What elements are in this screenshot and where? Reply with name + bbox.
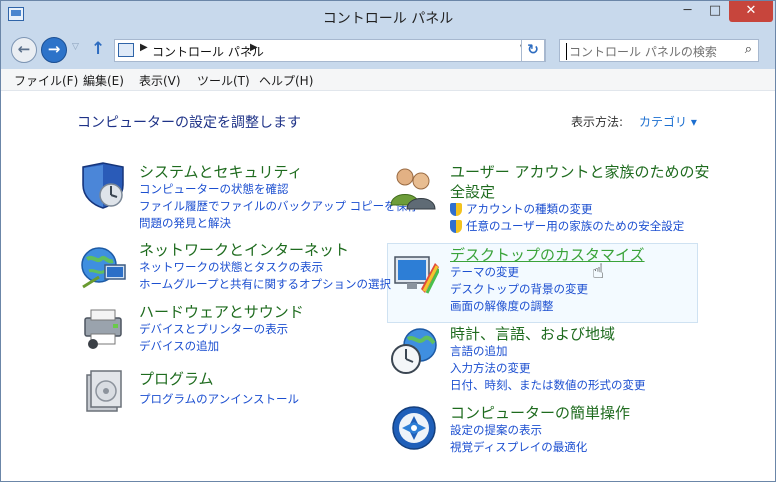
menu-help[interactable]: ヘルプ(H) xyxy=(259,72,313,89)
forward-button[interactable]: → xyxy=(41,37,67,63)
control-panel-icon xyxy=(118,43,134,57)
title-bar: コントロール パネル ─ □ ✕ xyxy=(1,1,775,31)
link-adjust-resolution[interactable]: 画面の解像度の調整 xyxy=(450,298,554,314)
menu-bar: ファイル(F) 編集(E) 表示(V) ツール(T) ヘルプ(H) xyxy=(1,69,775,91)
uac-shield-icon xyxy=(450,220,462,233)
menu-edit[interactable]: 編集(E) xyxy=(83,72,124,89)
menu-file[interactable]: ファイル(F) xyxy=(14,72,78,89)
link-add-device[interactable]: デバイスの追加 xyxy=(139,338,219,354)
desktop-customization-icon[interactable] xyxy=(391,249,439,297)
category-title[interactable]: 時計、言語、および地域 xyxy=(450,324,615,344)
window-title: コントロール パネル xyxy=(322,11,454,27)
link-change-date-format[interactable]: 日付、時刻、または数値の形式の変更 xyxy=(450,377,646,393)
view-by-dropdown[interactable]: カテゴリ ▾ xyxy=(639,113,697,130)
user-accounts-icon[interactable] xyxy=(389,163,437,211)
view-by-label: 表示方法: xyxy=(571,115,624,129)
minimize-button[interactable]: ─ xyxy=(674,1,701,22)
link-homegroup-sharing[interactable]: ホームグループと共有に関するオプションの選択 xyxy=(139,276,391,292)
category-title[interactable]: デスクトップのカスタマイズ xyxy=(450,245,645,265)
main-content: コンピューターの設定を調整します 表示方法: カテゴリ ▾ システムとセキュリテ… xyxy=(1,91,775,481)
breadcrumb-separator[interactable]: ▶ xyxy=(250,42,258,53)
breadcrumb-separator[interactable]: ▶ xyxy=(140,42,148,53)
breadcrumb-control-panel[interactable]: コントロール パネル xyxy=(152,43,264,60)
page-title: コンピューターの設定を調整します xyxy=(77,115,301,131)
link-troubleshoot[interactable]: 問題の発見と解決 xyxy=(139,215,231,231)
ease-of-access-icon[interactable] xyxy=(390,404,438,452)
maximize-button[interactable]: □ xyxy=(702,1,728,22)
hand-cursor-icon: ☝ xyxy=(592,259,605,283)
uac-shield-icon xyxy=(450,203,462,216)
link-suggested-settings[interactable]: 設定の提案の表示 xyxy=(450,422,542,438)
link-change-background[interactable]: デスクトップの背景の変更 xyxy=(450,281,588,297)
link-file-history-backup[interactable]: ファイル履歴でファイルのバックアップ コピーを保存 xyxy=(139,198,419,214)
hardware-sound-icon[interactable] xyxy=(79,304,127,352)
link-devices-printers[interactable]: デバイスとプリンターの表示 xyxy=(139,321,288,337)
control-panel-window: コントロール パネル ─ □ ✕ ← → ▽ ↑ ▶ コントロール パネル ▶ … xyxy=(0,0,776,482)
link-change-account-type[interactable]: アカウントの種類の変更 xyxy=(466,201,593,217)
programs-icon[interactable] xyxy=(79,367,127,415)
category-title[interactable]: コンピューターの簡単操作 xyxy=(450,403,630,423)
link-add-language[interactable]: 言語の追加 xyxy=(450,343,508,359)
close-button[interactable]: ✕ xyxy=(729,1,773,22)
navigation-bar: ← → ▽ ↑ ▶ コントロール パネル ▶ ∨ ↻ コントロール パネルの検索… xyxy=(1,31,775,69)
link-change-input-method[interactable]: 入力方法の変更 xyxy=(450,360,531,376)
recent-locations-button[interactable]: ▽ xyxy=(72,42,79,52)
category-title[interactable]: システムとセキュリティ xyxy=(139,162,303,182)
network-icon[interactable] xyxy=(79,243,127,291)
back-button[interactable]: ← xyxy=(11,37,37,63)
link-check-status[interactable]: コンピューターの状態を確認 xyxy=(139,181,289,197)
clock-language-region-icon[interactable] xyxy=(390,327,438,375)
link-change-theme[interactable]: テーマの変更 xyxy=(450,264,519,280)
search-input[interactable]: コントロール パネルの検索 xyxy=(566,43,717,60)
category-title[interactable]: ユーザー アカウントと家族のための安 xyxy=(450,162,709,182)
up-button[interactable]: ↑ xyxy=(91,39,105,59)
address-bar[interactable]: ▶ コントロール パネル ▶ ∨ xyxy=(114,39,546,62)
menu-view[interactable]: 表示(V) xyxy=(139,72,181,89)
search-box[interactable]: コントロール パネルの検索 ⌕ xyxy=(559,39,759,62)
category-title[interactable]: ハードウェアとサウンド xyxy=(139,302,304,322)
category-title[interactable]: ネットワークとインターネット xyxy=(139,240,349,260)
refresh-button[interactable]: ↻ xyxy=(521,39,545,62)
link-uninstall-program[interactable]: プログラムのアンインストール xyxy=(139,391,299,407)
search-icon[interactable]: ⌕ xyxy=(745,42,752,57)
menu-tools[interactable]: ツール(T) xyxy=(197,72,250,89)
system-security-icon[interactable] xyxy=(79,161,127,209)
category-title-continued[interactable]: 全設定 xyxy=(450,182,495,202)
link-network-status[interactable]: ネットワークの状態とタスクの表示 xyxy=(139,259,323,275)
link-optimize-display[interactable]: 視覚ディスプレイの最適化 xyxy=(450,439,587,455)
category-title[interactable]: プログラム xyxy=(139,369,214,389)
link-family-safety[interactable]: 任意のユーザー用の家族のための安全設定 xyxy=(466,218,684,234)
